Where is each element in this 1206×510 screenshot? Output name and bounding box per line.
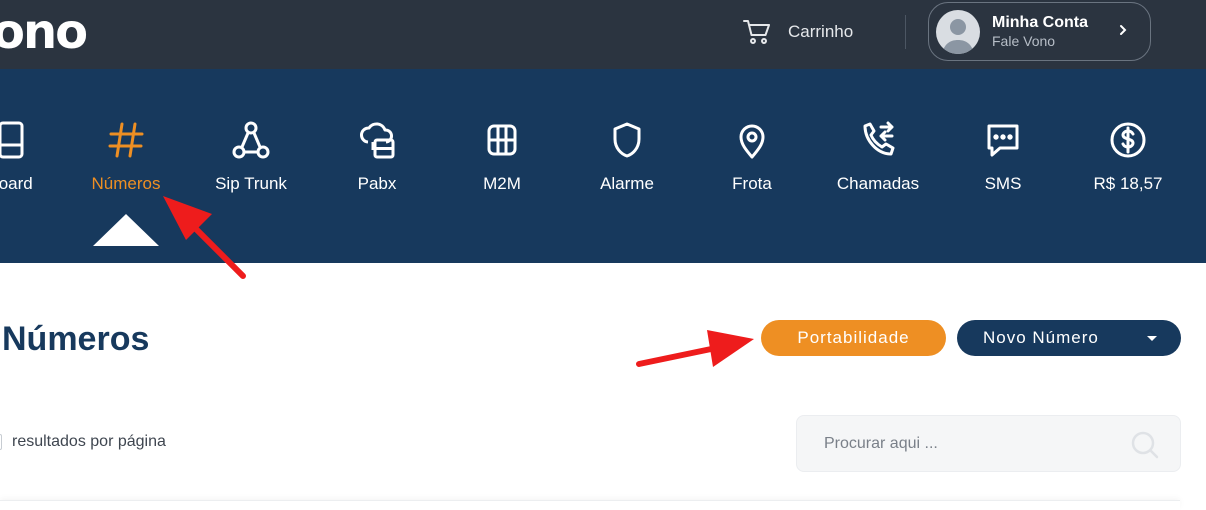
page-title: Números <box>2 320 150 358</box>
nav-label-chamadas: Chamadas <box>836 174 920 193</box>
cart-icon <box>743 20 770 44</box>
table-top-edge <box>0 500 1180 510</box>
portability-button[interactable]: Portabilidade <box>761 320 946 356</box>
new-number-button[interactable]: Novo Número <box>957 320 1181 356</box>
cart-button[interactable]: Carrinho <box>742 16 853 48</box>
location-pin-icon <box>739 124 765 159</box>
account-name: Minha Conta <box>992 14 1088 31</box>
nav-item-sip-trunk[interactable]: Sip Trunk <box>191 69 311 199</box>
nav-item-numeros[interactable]: Números <box>66 69 186 199</box>
nav-label-sip-trunk: Sip Trunk <box>215 174 287 193</box>
phone-calls-icon <box>863 121 895 156</box>
nav-item-chamadas[interactable]: Chamadas <box>818 69 938 199</box>
chip-icon <box>487 124 517 156</box>
per-page-label: resultados por página <box>12 433 166 450</box>
avatar <box>936 9 980 54</box>
caret-down-icon <box>1147 336 1157 341</box>
nav-item-dashboard[interactable]: board <box>0 69 71 199</box>
nav-label-saldo: R$ 18,57 <box>1093 174 1163 193</box>
nav-item-sms[interactable]: SMS <box>943 69 1063 199</box>
nav-label-frota: Frota <box>732 174 772 193</box>
account-menu[interactable]: Minha Conta Fale Vono <box>928 2 1151 61</box>
arrow-to-portability-icon <box>636 330 754 367</box>
main-nav: board Números Sip Trunk Pabx <box>0 69 1206 263</box>
nav-item-m2m[interactable]: M2M <box>442 69 562 199</box>
per-page-select[interactable] <box>0 434 2 450</box>
nav-item-frota[interactable]: Frota <box>692 69 812 199</box>
top-bar: ono Carrinho Minha Conta Fale Vono <box>0 0 1206 69</box>
active-nav-pointer <box>93 214 159 246</box>
dashboard-icon <box>0 121 24 159</box>
nav-label-numeros: Números <box>91 174 161 193</box>
nav-item-saldo[interactable]: R$ 18,57 <box>1068 69 1188 199</box>
pabx-icon <box>360 122 395 159</box>
cart-label: Carrinho <box>788 22 854 41</box>
nav-label-alarme: Alarme <box>600 174 654 193</box>
nav-label-dashboard: board <box>0 174 33 193</box>
chat-bubble-icon <box>987 124 1019 157</box>
nav-label-sms: SMS <box>984 174 1022 193</box>
search-input[interactable] <box>797 416 1127 471</box>
header-divider <box>905 15 906 49</box>
user-icon <box>942 18 974 54</box>
new-number-label: Novo Número <box>983 328 1099 347</box>
hash-icon <box>108 122 144 158</box>
logo[interactable]: ono <box>0 4 88 60</box>
account-subtitle: Fale Vono <box>992 33 1056 49</box>
sip-trunk-icon <box>232 121 270 159</box>
chevron-right-icon <box>1120 25 1127 35</box>
nav-label-pabx: Pabx <box>357 174 397 193</box>
nav-item-pabx[interactable]: Pabx <box>317 69 437 199</box>
search-box <box>796 415 1181 472</box>
dollar-coin-icon <box>1110 122 1146 158</box>
nav-item-alarme[interactable]: Alarme <box>567 69 687 199</box>
shield-icon <box>613 122 641 158</box>
search-icon[interactable] <box>1130 430 1160 460</box>
nav-label-m2m: M2M <box>483 174 521 193</box>
